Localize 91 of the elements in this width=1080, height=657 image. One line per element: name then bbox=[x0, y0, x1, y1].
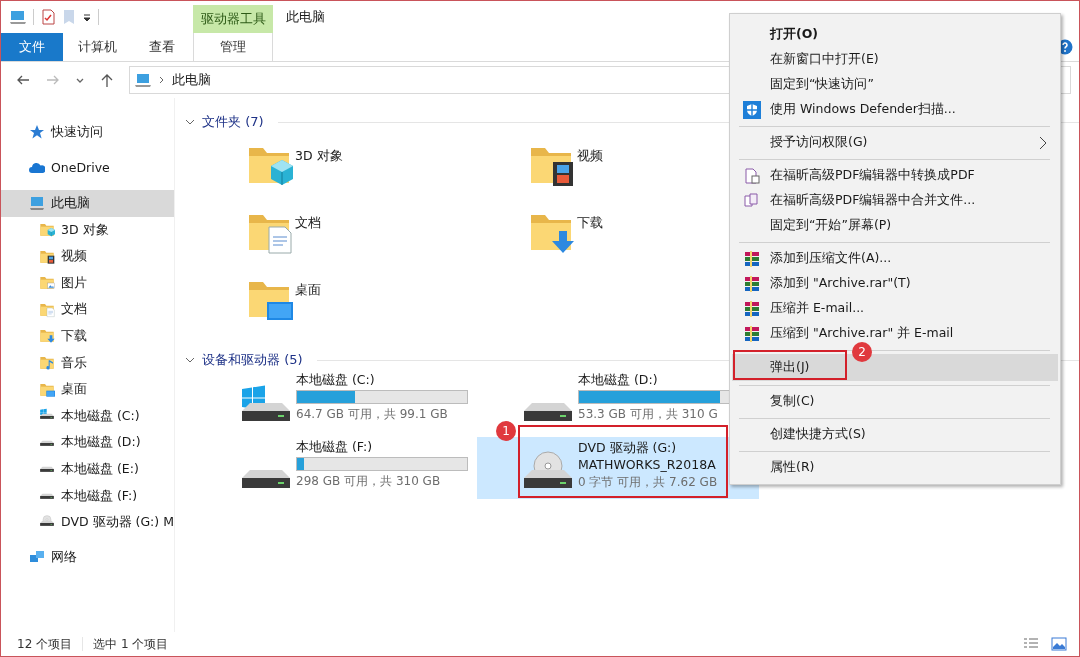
nav-label: 快速访问 bbox=[51, 123, 103, 141]
free-space-text: 64.7 GB 可用，共 99.1 GB bbox=[296, 406, 449, 423]
folder-name[interactable]: 视频 bbox=[577, 142, 603, 165]
drive-name: 本地磁盘 (F:) bbox=[296, 438, 374, 455]
computer-icon[interactable] bbox=[9, 9, 27, 25]
nav-item[interactable]: 3D 对象 bbox=[1, 216, 174, 244]
section-title: 设备和驱动器 (5) bbox=[202, 351, 303, 369]
nav-item[interactable]: 图片 bbox=[1, 269, 174, 297]
checklist-icon[interactable] bbox=[40, 9, 56, 25]
menu-item[interactable]: 授予访问权限(G) bbox=[732, 130, 1058, 155]
large-icons-view-icon[interactable] bbox=[1051, 637, 1067, 651]
nav-label: 本地磁盘 (C:) bbox=[61, 407, 140, 425]
menu-item[interactable]: 压缩并 E-mail... bbox=[732, 296, 1058, 321]
selection-count: 选中 1 个项目 bbox=[93, 635, 169, 653]
menu-item[interactable]: 打开(O) bbox=[732, 22, 1058, 47]
folder-name[interactable]: 下载 bbox=[577, 209, 603, 232]
nav-label: 图片 bbox=[61, 274, 87, 292]
nav-item[interactable]: 本地磁盘 (F:) bbox=[1, 482, 174, 510]
nav-label: 音乐 bbox=[61, 354, 87, 372]
document-icon bbox=[743, 166, 761, 185]
nav-item[interactable]: 此电脑 bbox=[1, 190, 174, 217]
drive-name: 本地磁盘 (C:) bbox=[296, 371, 376, 388]
documents-icon bbox=[743, 191, 761, 210]
folder-name[interactable]: 文档 bbox=[295, 209, 321, 232]
computer-icon bbox=[134, 72, 152, 88]
menu-item[interactable]: 固定到“开始”屏幕(P) bbox=[732, 213, 1058, 238]
folder-note-icon bbox=[39, 355, 55, 372]
file-tab[interactable]: 文件 bbox=[1, 33, 63, 61]
free-space-text: 0 字节 可用，共 7.62 GB bbox=[578, 474, 719, 491]
free-space-text: 53.3 GB 可用，共 310 G bbox=[578, 406, 719, 423]
drive-name: 本地磁盘 (D:) bbox=[578, 371, 659, 388]
path-text[interactable]: 此电脑 bbox=[172, 71, 211, 89]
nav-item[interactable]: 本地磁盘 (E:) bbox=[1, 456, 174, 483]
nav-item[interactable]: 桌面 bbox=[1, 376, 174, 403]
books-icon bbox=[743, 299, 761, 318]
folder-name[interactable]: 桌面 bbox=[295, 276, 321, 299]
nav-label: DVD 驱动器 (G:) M bbox=[61, 514, 174, 532]
nav-item[interactable]: 文档 bbox=[1, 296, 174, 324]
folder-screen-icon bbox=[39, 381, 55, 398]
menu-item[interactable]: 添加到 "Archive.rar"(T) bbox=[732, 271, 1058, 296]
drive-tile[interactable]: 本地磁盘 (C:) 64.7 GB 可用，共 99.1 GB bbox=[195, 370, 477, 432]
nav-label: 3D 对象 bbox=[61, 221, 109, 239]
nav-item[interactable]: 下载 bbox=[1, 323, 174, 350]
nav-label: OneDrive bbox=[51, 160, 110, 176]
nav-label: 视频 bbox=[61, 248, 87, 266]
menu-item[interactable]: 在福昕高级PDF编辑器中转换成PDF bbox=[732, 163, 1058, 188]
books-icon bbox=[743, 324, 761, 343]
nav-label: 本地磁盘 (D:) bbox=[61, 434, 141, 452]
nav-item[interactable]: OneDrive bbox=[1, 154, 174, 182]
star-icon bbox=[29, 124, 45, 141]
nav-label: 文档 bbox=[61, 301, 87, 319]
nav-label: 本地磁盘 (E:) bbox=[61, 460, 139, 478]
folder-arrow-icon bbox=[39, 328, 55, 345]
nav-item[interactable]: 本地磁盘 (C:) bbox=[1, 402, 174, 430]
nav-label: 此电脑 bbox=[51, 195, 90, 212]
menu-item[interactable]: 复制(C) bbox=[732, 389, 1058, 414]
folder-picture-icon bbox=[39, 275, 55, 292]
drive-name: DVD 驱动器 (G:) bbox=[578, 439, 678, 456]
nav-item[interactable]: 本地磁盘 (D:) bbox=[1, 429, 174, 457]
up-icon[interactable] bbox=[99, 72, 115, 88]
books-icon bbox=[743, 274, 761, 293]
shield-icon bbox=[743, 100, 761, 119]
hard-drive-icon bbox=[523, 402, 573, 422]
free-space-text: 298 GB 可用，共 310 GB bbox=[296, 473, 442, 490]
nav-item[interactable]: DVD 驱动器 (G:) M bbox=[1, 509, 174, 536]
nav-label: 本地磁盘 (F:) bbox=[61, 487, 138, 505]
item-count: 12 个项目 bbox=[17, 635, 73, 653]
folder-name[interactable]: 3D 对象 bbox=[295, 142, 343, 165]
nav-item[interactable]: 音乐 bbox=[1, 349, 174, 377]
step-badge: 1 bbox=[496, 421, 516, 441]
drive-tile[interactable]: 本地磁盘 (F:) 298 GB 可用，共 310 GB bbox=[195, 437, 477, 499]
folder-film-icon bbox=[39, 248, 55, 265]
menu-item[interactable]: 在福昕高级PDF编辑器中合并文件... bbox=[732, 188, 1058, 213]
volume-label: MATHWORKS_R2018A bbox=[578, 456, 717, 473]
books-icon bbox=[743, 249, 761, 268]
nav-label: 网络 bbox=[51, 548, 77, 566]
folder-document-icon bbox=[39, 301, 55, 318]
nav-item[interactable]: 网络 bbox=[1, 543, 174, 571]
nav-item[interactable]: 快速访问 bbox=[1, 119, 174, 146]
hard-drive-icon bbox=[241, 469, 291, 489]
contextual-tab-header: 驱动器工具 bbox=[193, 5, 273, 33]
nav-item[interactable]: 视频 bbox=[1, 243, 174, 270]
folder-cube-icon bbox=[39, 222, 55, 239]
window-title: 此电脑 bbox=[285, 8, 325, 26]
computer-icon bbox=[29, 195, 45, 212]
nav-label: 桌面 bbox=[61, 381, 87, 399]
section-title: 文件夹 (7) bbox=[202, 113, 264, 131]
menu-item[interactable]: 使用 Windows Defender扫描... bbox=[732, 97, 1058, 122]
menu-item[interactable]: 添加到压缩文件(A)... bbox=[732, 246, 1058, 271]
nav-label: 下载 bbox=[61, 327, 87, 345]
menu-item[interactable]: 固定到“快速访问” bbox=[732, 72, 1058, 97]
